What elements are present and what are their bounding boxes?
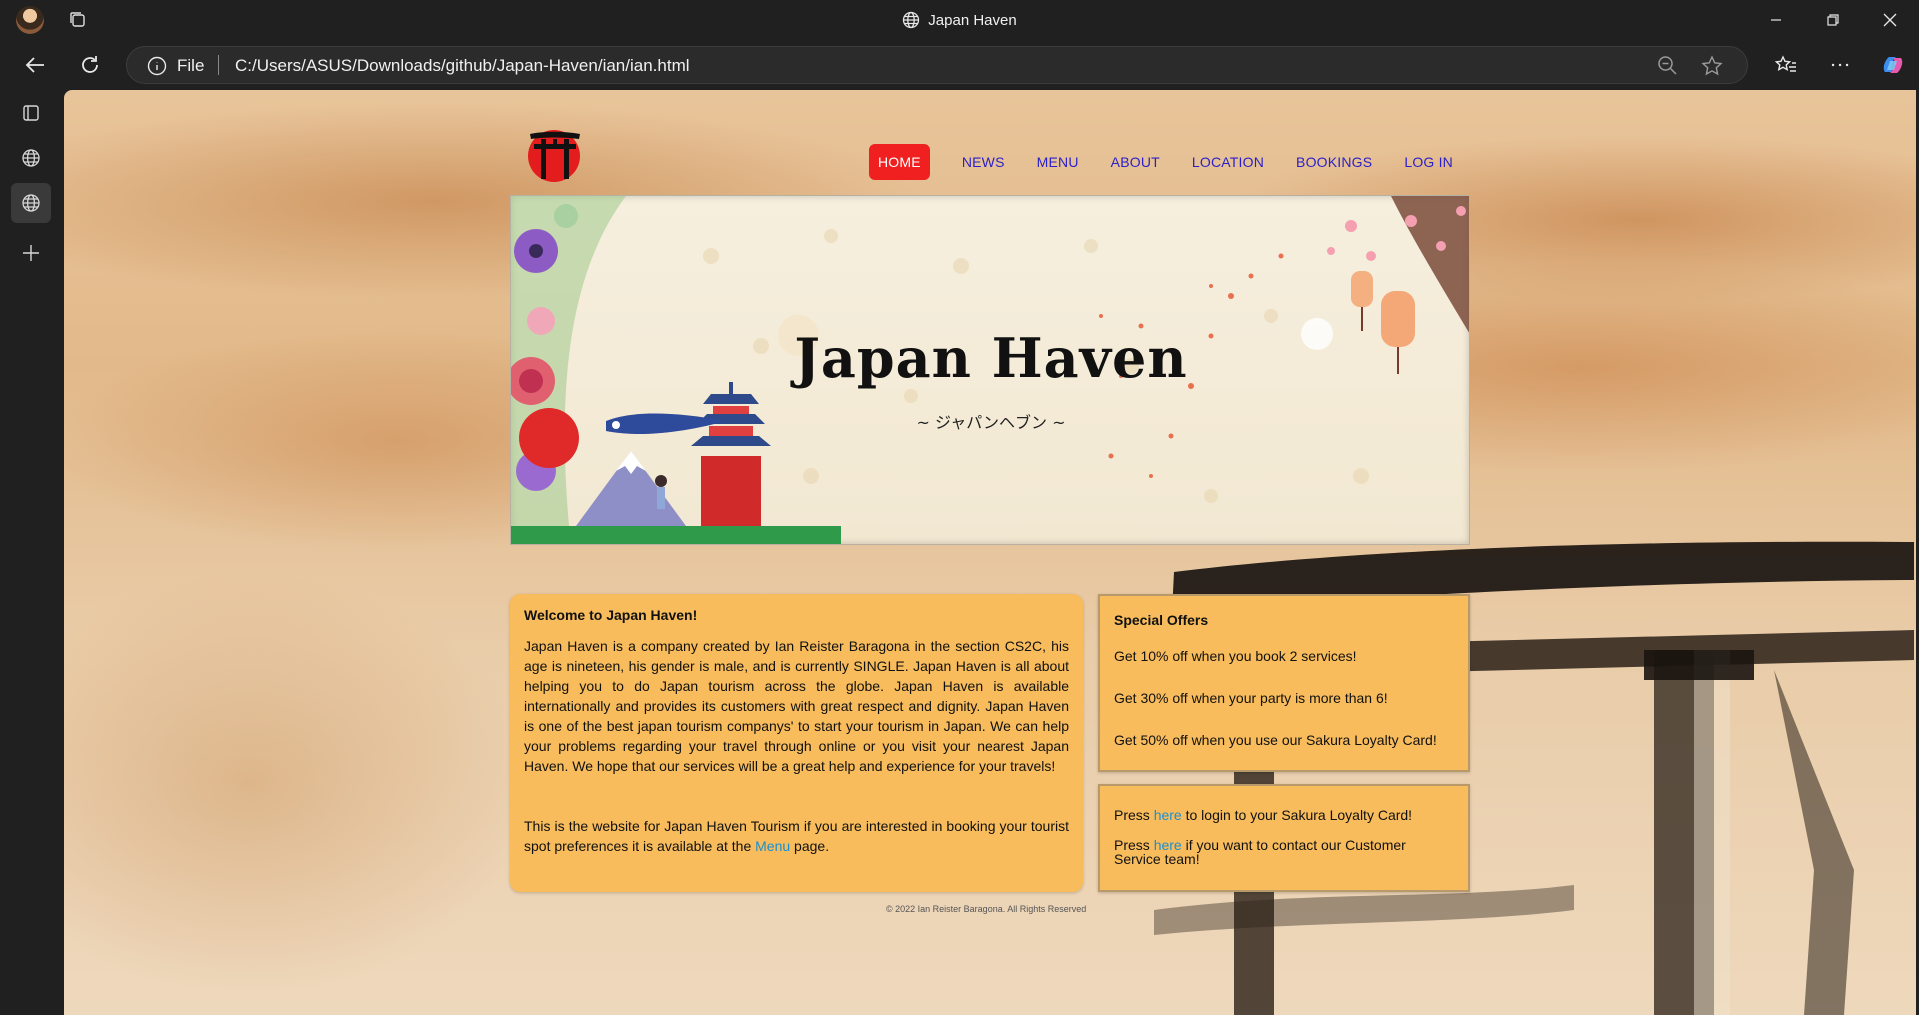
hero-banner: Japan Haven ~ ジャパンヘブン ~ bbox=[510, 195, 1470, 545]
favorites-button[interactable] bbox=[1773, 52, 1799, 78]
nav-location-link[interactable]: LOCATION bbox=[1192, 154, 1264, 170]
offer-item: Get 30% off when your party is more than… bbox=[1114, 690, 1388, 706]
special-offers-panel: Special Offers Get 10% off when you book… bbox=[1098, 594, 1470, 772]
address-scheme-label: File bbox=[177, 56, 205, 75]
nav-about-link[interactable]: ABOUT bbox=[1111, 154, 1160, 170]
loyalty-login-suffix: to login to your Sakura Loyalty Card! bbox=[1181, 807, 1413, 823]
browser-toolbar: File C:/Users/ASUS/Downloads/github/Japa… bbox=[0, 40, 1919, 90]
window-title-text: Japan Haven bbox=[928, 11, 1017, 29]
loyalty-login-link[interactable]: here bbox=[1154, 807, 1182, 823]
address-bar[interactable]: File C:/Users/ASUS/Downloads/github/Japa… bbox=[126, 46, 1748, 84]
vertical-tab-globe-1[interactable] bbox=[11, 138, 51, 178]
nav-menu-link[interactable]: MENU bbox=[1037, 154, 1079, 170]
nav-login-link[interactable]: LOG IN bbox=[1404, 154, 1453, 170]
footer-copyright: © 2022 Ian Reister Baragona. All Rights … bbox=[886, 904, 1087, 914]
favorite-star-icon[interactable] bbox=[1701, 55, 1723, 77]
refresh-button[interactable] bbox=[77, 52, 103, 78]
vertical-tab-globe-active[interactable] bbox=[11, 183, 51, 223]
tab-actions-menu-button[interactable] bbox=[11, 93, 51, 133]
welcome-heading: Welcome to Japan Haven! bbox=[524, 607, 698, 623]
copilot-icon[interactable] bbox=[1880, 52, 1906, 78]
vertical-tabs-sidebar bbox=[0, 90, 63, 1015]
welcome-paragraph: Japan Haven is a company created by Ian … bbox=[524, 638, 1069, 774]
special-offers-heading: Special Offers bbox=[1114, 612, 1209, 628]
zoom-out-icon[interactable] bbox=[1657, 55, 1677, 75]
site-navigation: HOME NEWS MENU ABOUT LOCATION BOOKINGS L… bbox=[869, 144, 1485, 180]
welcome-panel: Welcome to Japan Haven! Japan Haven is a… bbox=[510, 594, 1083, 892]
hero-title: Japan Haven bbox=[794, 326, 1188, 390]
new-tab-plus-icon[interactable] bbox=[11, 233, 51, 273]
address-separator bbox=[218, 55, 219, 75]
address-url[interactable]: C:/Users/ASUS/Downloads/github/Japan-Hav… bbox=[235, 56, 690, 76]
torii-logo-icon bbox=[528, 130, 580, 182]
hero-subtitle: ~ ジャパンヘブン ~ bbox=[916, 413, 1066, 432]
loyalty-panel: Press here to login to your Sakura Loyal… bbox=[1098, 784, 1470, 892]
nav-home-link[interactable]: HOME bbox=[869, 144, 930, 180]
loyalty-login-prefix: Press bbox=[1114, 807, 1154, 823]
booking-paragraph: This is the website for Japan Haven Tour… bbox=[524, 816, 1069, 856]
offer-item: Get 50% off when you use our Sakura Loya… bbox=[1114, 732, 1437, 748]
nav-bookings-link[interactable]: BOOKINGS bbox=[1296, 154, 1372, 170]
contact-service-line: Press here if you want to contact our Cu… bbox=[1114, 838, 1454, 866]
more-options-button[interactable] bbox=[1827, 52, 1853, 78]
window-title: Japan Haven bbox=[0, 0, 1919, 40]
globe-icon bbox=[903, 11, 920, 29]
restore-button[interactable] bbox=[1805, 0, 1861, 40]
nav-news-link[interactable]: NEWS bbox=[962, 154, 1005, 170]
back-button[interactable] bbox=[22, 52, 48, 78]
loyalty-login-line: Press here to login to your Sakura Loyal… bbox=[1114, 808, 1454, 822]
booking-paragraph-end: page. bbox=[790, 838, 830, 854]
webpage-viewport: HOME NEWS MENU ABOUT LOCATION BOOKINGS L… bbox=[64, 90, 1916, 1015]
browser-title-bar: Japan Haven bbox=[0, 0, 1919, 40]
minimize-button[interactable] bbox=[1748, 0, 1804, 40]
info-icon[interactable] bbox=[147, 56, 167, 76]
close-window-button[interactable] bbox=[1862, 0, 1918, 40]
offer-item: Get 10% off when you book 2 services! bbox=[1114, 648, 1357, 664]
menu-page-link[interactable]: Menu bbox=[755, 838, 790, 854]
